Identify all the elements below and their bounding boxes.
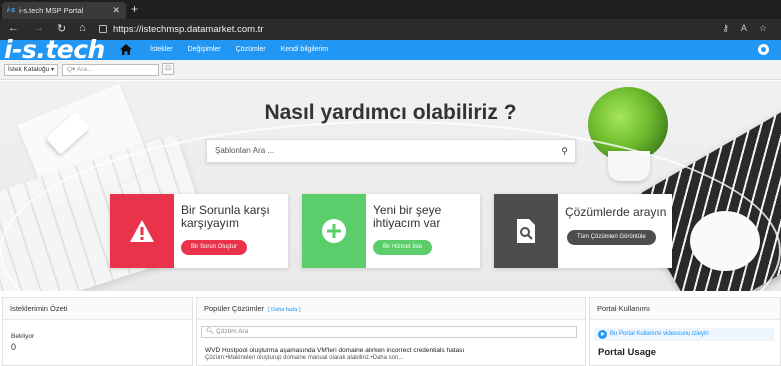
usage-video-link[interactable]: Bu Portal Kullanımı videosunu izleyin — [594, 328, 774, 341]
template-search-placeholder: Şablonları Ara ... — [215, 146, 275, 155]
catalog-search-button[interactable]: ⊡ — [162, 63, 174, 75]
card-search-solutions[interactable]: Çözümlerde arayın Tüm Çözümleri Görüntül… — [494, 194, 672, 268]
nav-item-solutions[interactable]: Çözümler — [236, 46, 266, 53]
popular-solutions-panel: Popüler Çözümler [ Daha fazla ] 🔍︎ Çözüm… — [196, 297, 586, 366]
card-request-service[interactable]: Yeni bir şeye ihtiyacım var Bir Hizmet İ… — [302, 194, 480, 268]
catalog-search-input[interactable]: Q▾ Ara... — [62, 64, 159, 76]
panel-title: Portal Kullanımı — [590, 298, 780, 320]
catalog-search-placeholder: Ara... — [76, 66, 93, 73]
solution-search-placeholder: Çözüm Ara — [216, 328, 249, 335]
app-header — [0, 40, 781, 60]
search-icon: Q▾ — [67, 66, 77, 73]
solution-item-desc: Çözüm:•Makineleri oluşturup domaine manu… — [205, 355, 404, 361]
favicon-icon: i-s — [7, 7, 16, 14]
lock-icon — [99, 25, 107, 33]
new-tab-icon[interactable]: + — [131, 2, 138, 16]
usage-video-text: Bu Portal Kullanımı videosunu izleyin — [610, 331, 709, 337]
panel-title: İsteklerimin Özeti — [3, 298, 192, 320]
plus-icon — [302, 194, 366, 268]
chevron-down-icon: ▾ — [50, 67, 54, 73]
request-service-button[interactable]: Bir Hizmet İste — [373, 240, 433, 255]
panel-title: Popüler Çözümler [ Daha fazla ] — [197, 298, 585, 320]
nav-item-requests[interactable]: İstekler — [150, 46, 173, 53]
status-label: Bekliyor — [11, 333, 35, 340]
hero-title: Nasıl yardımcı olabiliriz ? — [264, 101, 517, 124]
close-tab-icon[interactable]: ✕ — [112, 5, 120, 16]
search-icon: 🔍︎ — [206, 328, 217, 335]
play-icon — [598, 330, 607, 339]
portal-usage-panel: Portal Kullanımı Bu Portal Kullanımı vid… — [589, 297, 781, 366]
sub-toolbar: İstek Kataloğu ▾ Q▾ Ara... ⊡ — [0, 60, 781, 80]
url-field[interactable]: https://istechmsp.datamarket.com.tr — [99, 24, 263, 35]
status-count[interactable]: 0 — [11, 342, 16, 352]
url-text: https://istechmsp.datamarket.com.tr — [113, 24, 264, 35]
solution-search-input[interactable]: 🔍︎ Çözüm Ara — [201, 326, 577, 338]
document-search-icon — [494, 194, 558, 268]
create-issue-button[interactable]: Bir Sorun Oluştur — [181, 240, 248, 255]
card-report-issue[interactable]: Bir Sorunla karşı karşıyayım Bir Sorun O… — [110, 194, 288, 268]
home-icon[interactable] — [119, 43, 133, 56]
nav-item-my-info[interactable]: Kendi bilgilerim — [281, 46, 328, 53]
requests-summary-panel: İsteklerimin Özeti Bekliyor 0 — [2, 297, 193, 366]
card-title: Çözümlerde arayın — [565, 205, 667, 219]
favorites-icon[interactable]: ☆ — [759, 23, 767, 34]
reload-icon[interactable]: ↻ — [57, 22, 66, 35]
key-icon[interactable]: ⚷ — [722, 23, 729, 34]
template-search-input[interactable]: Şablonları Ara ... ⚲ — [206, 139, 576, 163]
search-icon[interactable]: ⚲ — [561, 140, 568, 162]
view-all-solutions-button[interactable]: Tüm Çözümleri Görüntüle — [567, 230, 656, 245]
card-title: Yeni bir şeye ihtiyacım var — [373, 203, 442, 230]
address-bar: ← → ↻ ⌂ https://istechmsp.datamarket.com… — [0, 19, 781, 40]
warning-icon — [110, 194, 174, 268]
user-avatar-icon[interactable] — [758, 44, 769, 55]
card-title: Bir Sorunla karşı karşıyayım — [181, 203, 270, 230]
portal-usage-heading: Portal Usage — [598, 347, 657, 358]
reader-icon[interactable]: A — [741, 23, 747, 34]
nav-item-changes[interactable]: Değişimler — [188, 46, 221, 53]
panel-title-text: Popüler Çözümler — [204, 304, 265, 313]
browser-tab-bar: i-s i-s.tech MSP Portal ✕ + — [0, 0, 781, 19]
more-link[interactable]: [ Daha fazla ] — [268, 307, 300, 313]
catalog-select[interactable]: İstek Kataloğu ▾ — [4, 64, 58, 76]
browser-actions: ⚷ A ☆ — [722, 23, 767, 34]
solution-item-title[interactable]: WVD Hostpool oluşturma aşamasında VM'ler… — [205, 347, 464, 354]
tab-title: i-s.tech MSP Portal — [19, 6, 84, 15]
main-nav: İstekler Değişimler Çözümler Kendi bilgi… — [150, 46, 328, 53]
forward-icon[interactable]: → — [33, 22, 44, 34]
home-browser-icon[interactable]: ⌂ — [79, 22, 86, 34]
back-icon[interactable]: ← — [8, 22, 19, 34]
catalog-select-value: İstek Kataloğu — [8, 66, 50, 73]
browser-tab[interactable]: i-s i-s.tech MSP Portal ✕ — [2, 2, 126, 19]
